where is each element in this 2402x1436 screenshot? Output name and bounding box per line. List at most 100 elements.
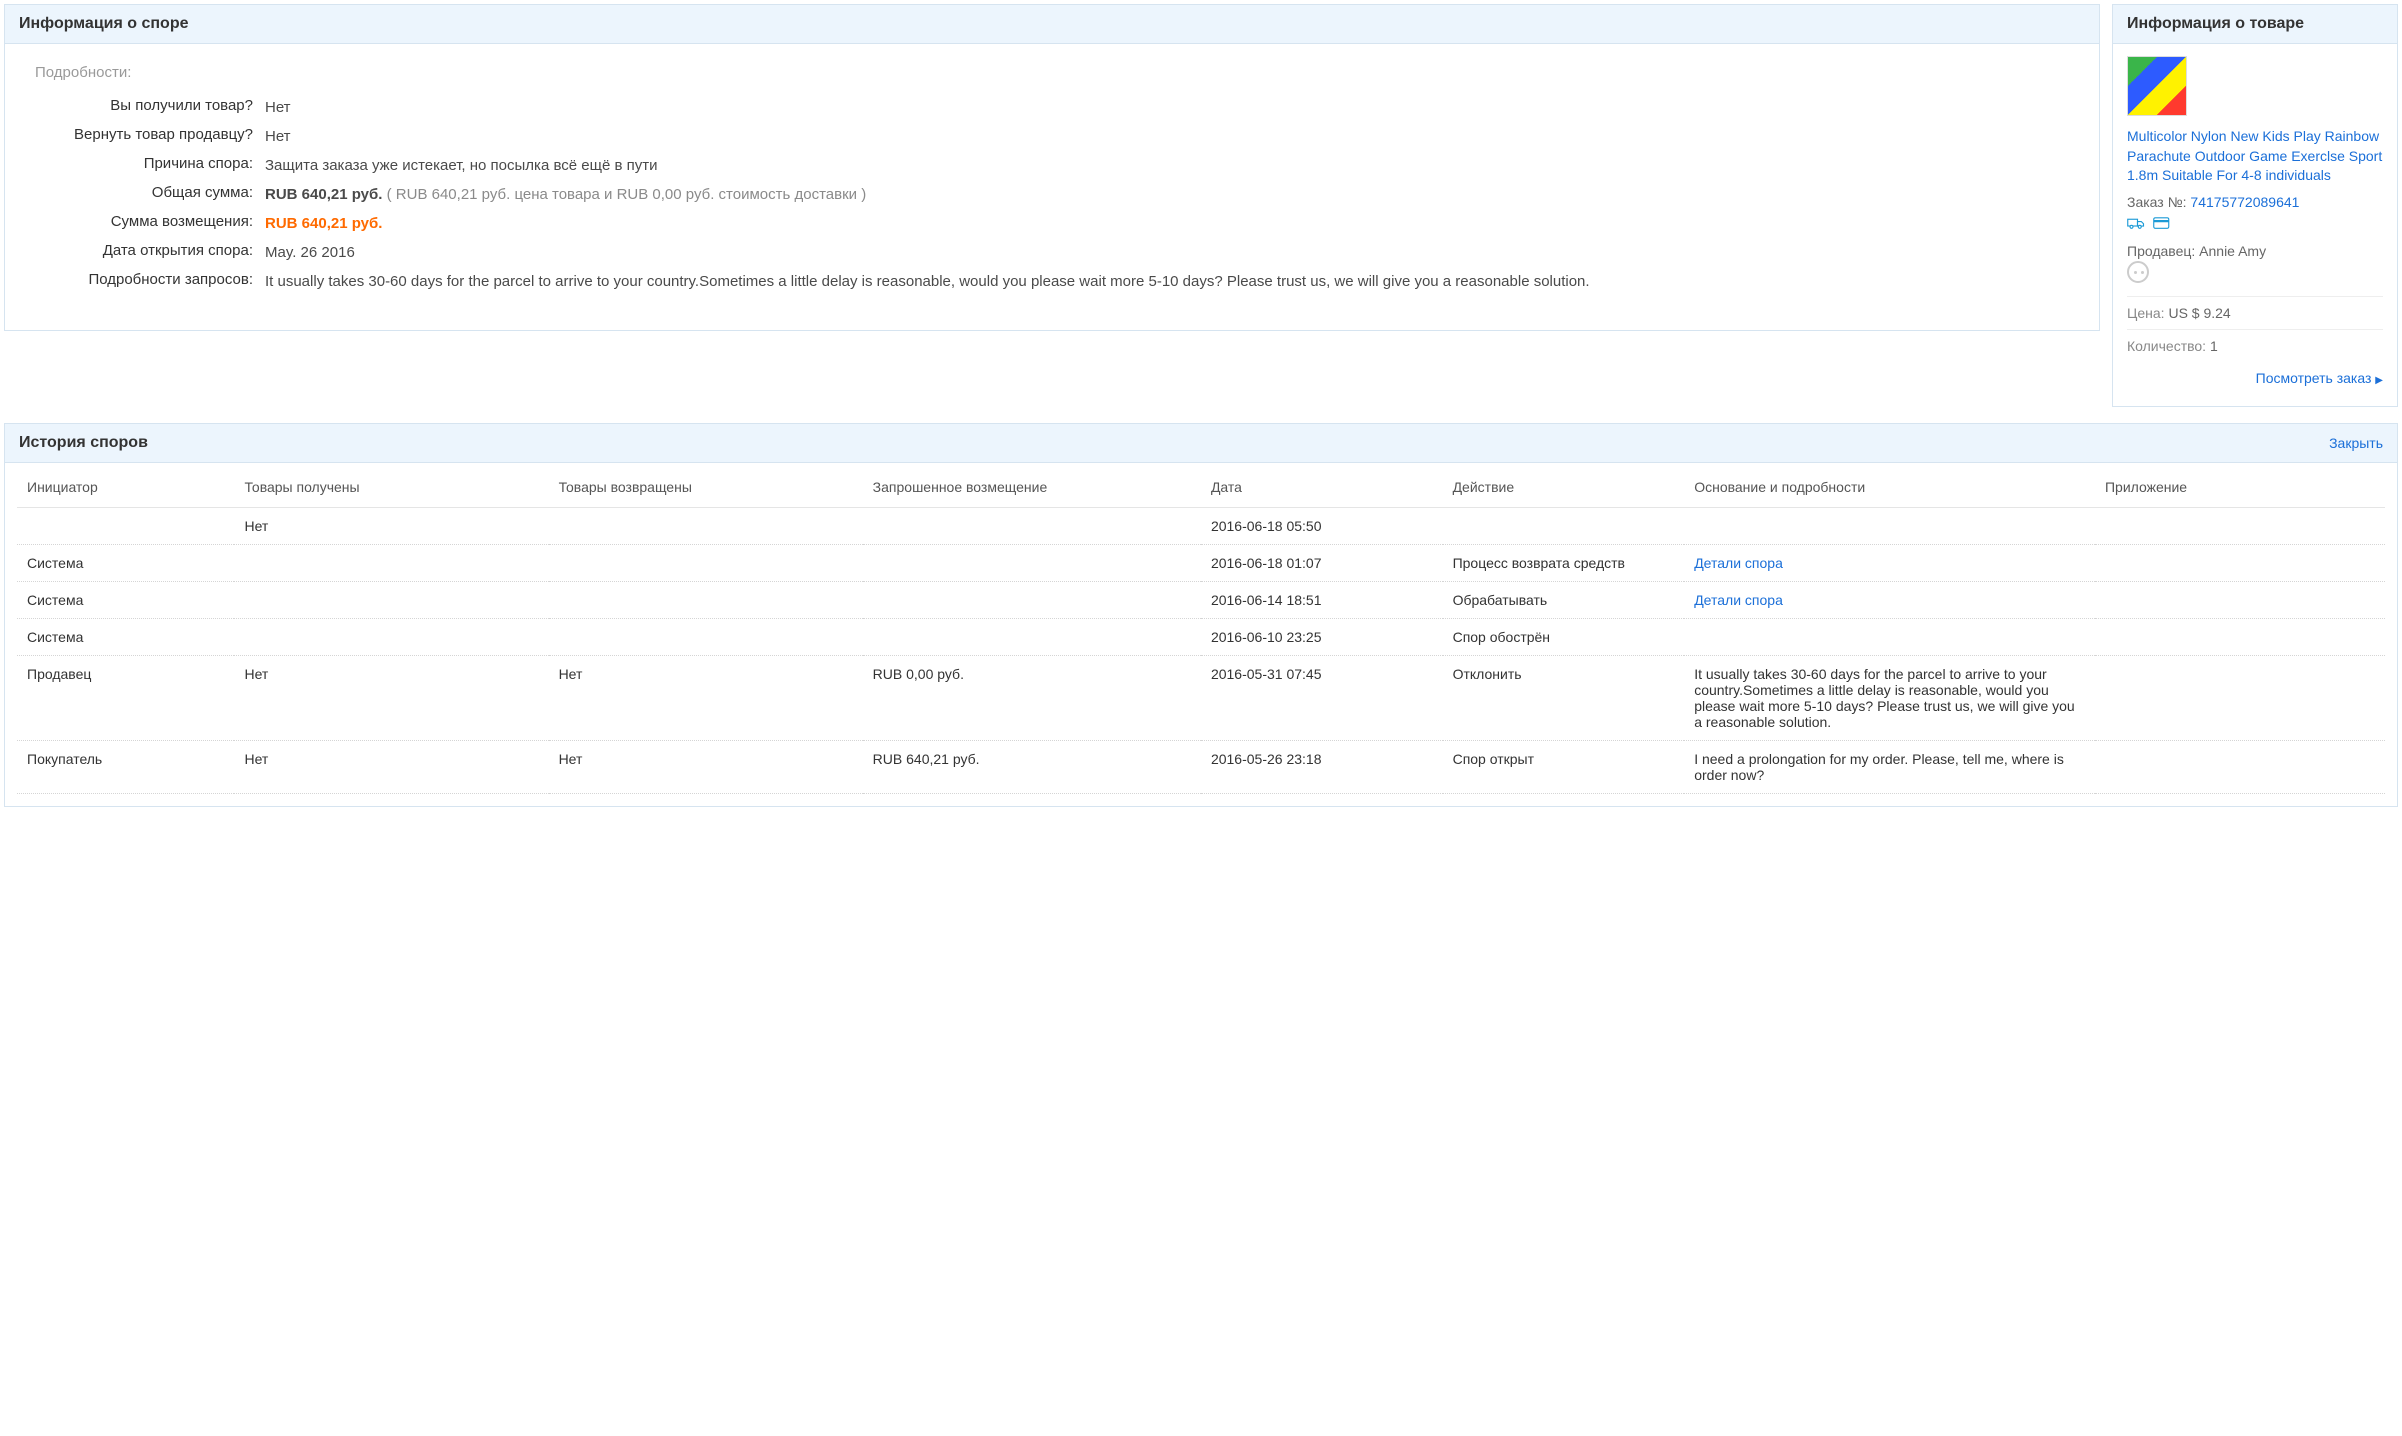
th-date: Дата: [1201, 467, 1443, 508]
cell-details: Детали спора: [1684, 581, 2095, 618]
price-value: US $ 9.24: [2168, 305, 2230, 321]
cell-action: Отклонить: [1443, 655, 1685, 740]
qty-label: Количество:: [2127, 338, 2206, 354]
label-total: Общая сумма:: [35, 184, 265, 201]
cell-date: 2016-06-18 01:07: [1201, 544, 1443, 581]
label-return: Вернуть товар продавцу?: [35, 126, 265, 143]
product-image[interactable]: [2127, 56, 2187, 116]
product-name-link[interactable]: Multicolor Nylon New Kids Play Rainbow P…: [2127, 127, 2383, 186]
table-row: Система 2016-06-14 18:51Обрабатывать Детал…: [17, 581, 2385, 618]
label-request-details: Подробности запросов:: [35, 271, 265, 288]
cell-initiator: [17, 507, 234, 544]
cell-requested-refund: [863, 618, 1201, 655]
seller-value: Annie Amy: [2199, 243, 2266, 259]
cell-initiator: Система: [17, 581, 234, 618]
cell-requested-refund: RUB 640,21 руб.: [863, 740, 1201, 793]
cell-goods-received: [234, 544, 548, 581]
chat-icon[interactable]: [2127, 261, 2149, 283]
dispute-info-panel: Информация о споре Подробности: Вы получ…: [4, 4, 2100, 331]
cell-initiator: Покупатель: [17, 740, 234, 793]
table-row: ПокупательНетНетRUB 640,21 руб.2016-05-2…: [17, 740, 2385, 793]
table-row: Система 2016-06-18 01:07Процесс возврата …: [17, 544, 2385, 581]
label-received: Вы получили товар?: [35, 97, 265, 114]
label-reason: Причина спора:: [35, 155, 265, 172]
cell-details: It usually takes 30-60 days for the parc…: [1684, 655, 2095, 740]
dispute-history-panel: История споров Закрыть Инициатор Товары …: [4, 423, 2398, 807]
view-order-text: Посмотреть заказ: [2256, 370, 2372, 386]
table-row: ПродавецНетНетRUB 0,00 руб.2016-05-31 07…: [17, 655, 2385, 740]
value-request-details: It usually takes 30-60 days for the parc…: [265, 271, 2069, 292]
product-info-panel: Информация о товаре Multicolor Nylon New…: [2112, 4, 2398, 407]
cell-goods-received: [234, 581, 548, 618]
cell-initiator: Система: [17, 544, 234, 581]
cell-attachment: [2095, 507, 2385, 544]
details-label: Подробности:: [35, 64, 2069, 81]
order-number-label: Заказ №:: [2127, 194, 2187, 210]
value-refund: RUB 640,21 руб.: [265, 213, 2069, 234]
th-requested-refund: Запрошенное возмещение: [863, 467, 1201, 508]
cell-goods-received: Нет: [234, 655, 548, 740]
cell-requested-refund: [863, 544, 1201, 581]
th-goods-returned: Товары возвращены: [549, 467, 863, 508]
cell-date: 2016-06-10 23:25: [1201, 618, 1443, 655]
value-total: RUB 640,21 руб. ( RUB 640,21 руб. цена т…: [265, 184, 2069, 205]
cell-attachment: [2095, 581, 2385, 618]
th-goods-received: Товары получены: [234, 467, 548, 508]
cell-goods-returned: [549, 507, 863, 544]
cell-goods-returned: Нет: [549, 655, 863, 740]
history-table: Инициатор Товары получены Товары возвращ…: [17, 467, 2385, 794]
cell-details: [1684, 618, 2095, 655]
cell-details: Детали спора: [1684, 544, 2095, 581]
cell-requested-refund: RUB 0,00 руб.: [863, 655, 1201, 740]
value-return: Нет: [265, 126, 2069, 147]
cell-details: [1684, 507, 2095, 544]
cell-requested-refund: [863, 581, 1201, 618]
price-label: Цена:: [2127, 305, 2165, 321]
cell-date: 2016-06-14 18:51: [1201, 581, 1443, 618]
label-opened: Дата открытия спора:: [35, 242, 265, 259]
cell-goods-received: [234, 618, 548, 655]
cell-action: Процесс возврата средств: [1443, 544, 1685, 581]
dispute-details-link[interactable]: Детали спора: [1694, 555, 1783, 571]
cell-initiator: Система: [17, 618, 234, 655]
cell-action: [1443, 507, 1685, 544]
th-action: Действие: [1443, 467, 1685, 508]
th-details: Основание и подробности: [1684, 467, 2095, 508]
truck-icon[interactable]: [2127, 216, 2145, 233]
cell-date: 2016-06-18 05:50: [1201, 507, 1443, 544]
cell-goods-returned: [549, 544, 863, 581]
value-received: Нет: [265, 97, 2069, 118]
close-link[interactable]: Закрыть: [2329, 435, 2383, 451]
card-icon[interactable]: [2153, 216, 2171, 233]
cell-goods-returned: [549, 618, 863, 655]
cell-attachment: [2095, 655, 2385, 740]
th-attachment: Приложение: [2095, 467, 2385, 508]
th-initiator: Инициатор: [17, 467, 234, 508]
cell-goods-received: Нет: [234, 507, 548, 544]
seller-label: Продавец:: [2127, 243, 2195, 259]
table-row: Система2016-06-10 23:25Спор обострён: [17, 618, 2385, 655]
cell-date: 2016-05-31 07:45: [1201, 655, 1443, 740]
value-reason: Защита заказа уже истекает, но посылка в…: [265, 155, 2069, 176]
order-number-link[interactable]: 74175772089641: [2190, 194, 2299, 210]
cell-action: Спор открыт: [1443, 740, 1685, 793]
cell-goods-returned: [549, 581, 863, 618]
value-opened: May. 26 2016: [265, 242, 2069, 263]
dispute-info-title: Информация о споре: [5, 5, 2099, 44]
cell-initiator: Продавец: [17, 655, 234, 740]
cell-goods-returned: Нет: [549, 740, 863, 793]
history-title: История споров: [19, 434, 148, 452]
cell-action: Обрабатывать: [1443, 581, 1685, 618]
cell-attachment: [2095, 618, 2385, 655]
cell-date: 2016-05-26 23:18: [1201, 740, 1443, 793]
cell-details: I need a prolongation for my order. Plea…: [1684, 740, 2095, 793]
cell-goods-received: Нет: [234, 740, 548, 793]
label-refund: Сумма возмещения:: [35, 213, 265, 230]
chevron-right-icon: ▶: [2375, 375, 2383, 386]
cell-attachment: [2095, 544, 2385, 581]
table-row: Нет 2016-06-18 05:50: [17, 507, 2385, 544]
value-total-breakdown: ( RUB 640,21 руб. цена товара и RUB 0,00…: [387, 186, 867, 203]
product-info-title: Информация о товаре: [2113, 5, 2397, 44]
dispute-details-link[interactable]: Детали спора: [1694, 592, 1783, 608]
view-order-link[interactable]: Посмотреть заказ ▶: [2256, 370, 2383, 386]
